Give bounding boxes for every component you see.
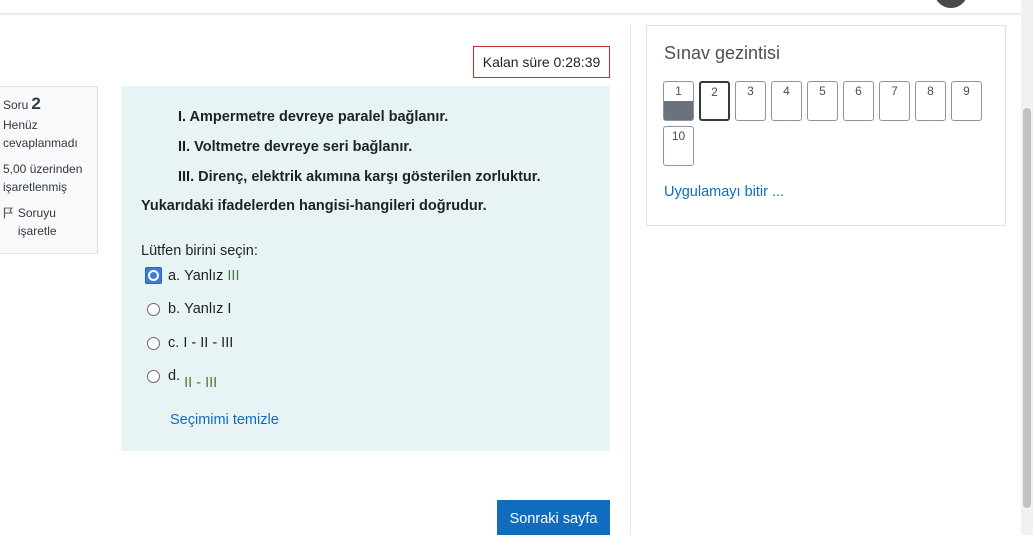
quiz-nav-button-6[interactable]: 6 [843, 81, 874, 121]
option-d[interactable]: d. II - III [147, 368, 217, 391]
time-remaining: Kalan süre 0:28:39 [473, 46, 610, 78]
scrollbar-thumb[interactable] [1023, 108, 1031, 508]
option-a-text: Yanlız [184, 267, 224, 284]
clear-choice-link[interactable]: Seçimimi temizle [170, 412, 279, 428]
question-number-label: Soru [3, 98, 29, 112]
quiz-nav-button-9[interactable]: 9 [951, 81, 982, 121]
quiz-navigation-title: Sınav gezintisi [664, 43, 781, 63]
question-info: Soru 2 Henüz cevaplanmadı 5,00 üzerinden… [0, 86, 98, 254]
option-d-letter: d. [168, 368, 181, 384]
question-number: Soru 2 [3, 95, 97, 114]
statement-1: I. Ampermetre devreye paralel bağlanır. [178, 109, 449, 125]
option-a-radio[interactable] [145, 267, 162, 284]
answer-prompt: Lütfen birini seçin: [141, 243, 258, 259]
quiz-navigation: Sınav gezintisi 1 2 3 4 5 6 7 8 9 10 Uyg… [646, 25, 1006, 226]
finish-attempt-link[interactable]: Uygulamayı bitir ... [664, 184, 784, 200]
option-d-value: II - III [184, 375, 218, 391]
option-b-letter: b. [168, 301, 181, 317]
quiz-nav-button-8[interactable]: 8 [915, 81, 946, 121]
option-b-radio[interactable] [147, 302, 160, 316]
question-state: Henüz cevaplanmadı [3, 118, 78, 150]
quiz-nav-button-7[interactable]: 7 [879, 81, 910, 121]
flag-question-button[interactable]: Soruyu işaretle [3, 204, 97, 240]
statement-3: III. Direnç, elektrik akımına karşı göst… [178, 169, 541, 185]
question-grade: 5,00 üzerinden işaretlenmiş [3, 162, 83, 194]
next-page-button[interactable]: Sonraki sayfa [497, 500, 610, 535]
option-c[interactable]: c. I - II - III [147, 335, 233, 351]
option-b-text: Yanlız I [184, 301, 232, 317]
option-a-value: III [227, 267, 240, 284]
quiz-nav-button-4[interactable]: 4 [771, 81, 802, 121]
option-c-text: I - II - III [183, 335, 234, 351]
question-text: Yukarıdaki ifadelerden hangisi-hangileri… [141, 198, 487, 214]
option-c-letter: c. [168, 335, 180, 351]
question-number-value: 2 [31, 94, 41, 113]
flag-icon [3, 207, 13, 219]
quiz-nav-button-3[interactable]: 3 [735, 81, 766, 121]
option-d-radio[interactable] [147, 369, 160, 383]
quiz-nav-button-10[interactable]: 10 [663, 126, 694, 166]
option-b[interactable]: b. Yanlız I [147, 301, 231, 317]
quiz-nav-button-1[interactable]: 1 [663, 81, 694, 121]
quiz-nav-button-2[interactable]: 2 [699, 81, 730, 121]
top-navbar [0, 0, 1033, 14]
option-c-radio[interactable] [147, 336, 160, 350]
option-a[interactable]: a. Yanlız III [145, 267, 240, 284]
statement-2: II. Voltmetre devreye seri bağlanır. [178, 139, 413, 155]
quiz-nav-button-5[interactable]: 5 [807, 81, 838, 121]
flag-question-label: Soruyu işaretle [17, 206, 57, 238]
option-a-letter: a. [168, 267, 181, 284]
